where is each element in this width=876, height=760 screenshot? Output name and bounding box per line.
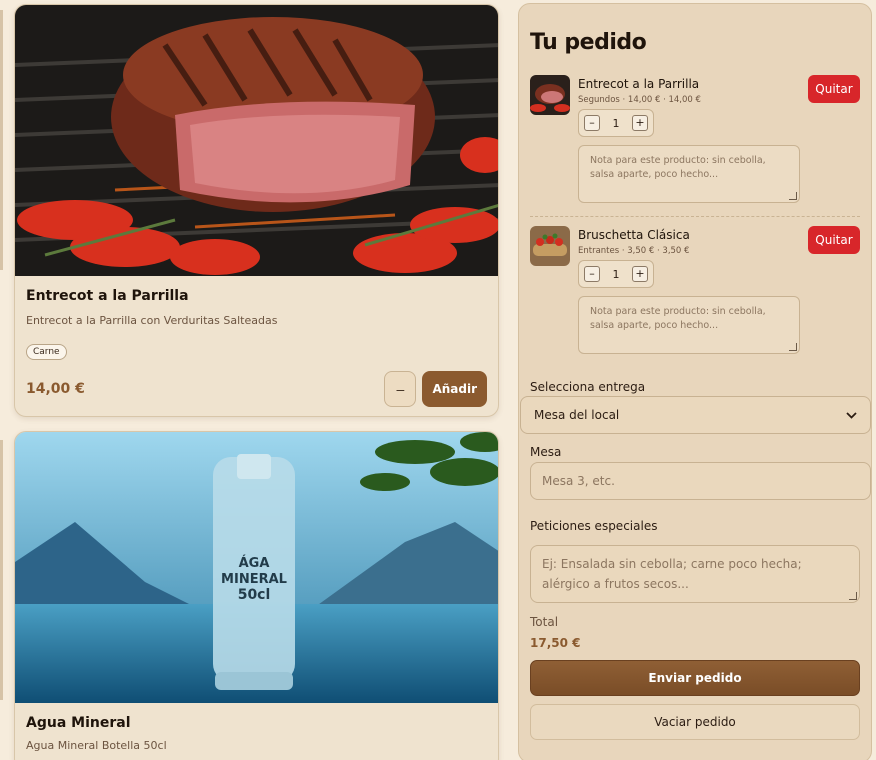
total-label: Total bbox=[530, 615, 559, 629]
total-value: 17,50 € bbox=[530, 636, 581, 650]
product-description: Agua Mineral Botella 50cl bbox=[26, 739, 167, 752]
decrement-button[interactable]: – bbox=[584, 266, 600, 282]
decrease-button[interactable]: – bbox=[384, 371, 417, 407]
product-title: Entrecot a la Parrilla bbox=[26, 288, 189, 304]
order-item: Bruschetta Clásica Entrantes · 3,50 € · … bbox=[530, 226, 860, 358]
send-order-button[interactable]: Enviar pedido bbox=[530, 660, 860, 696]
product-description: Entrecot a la Parrilla con Verduritas Sa… bbox=[26, 314, 278, 327]
item-note-field[interactable]: Nota para este producto: sin cebolla, sa… bbox=[578, 296, 800, 354]
product-title: Agua Mineral bbox=[26, 715, 131, 731]
remove-item-button[interactable]: Quitar bbox=[808, 75, 860, 103]
order-item-meta: Segundos · 14,00 € · 14,00 € bbox=[578, 95, 701, 105]
left-scroll-edge bbox=[0, 440, 3, 700]
item-note-field[interactable]: Nota para este producto: sin cebolla, sa… bbox=[578, 145, 800, 203]
item-note-placeholder: Nota para este producto: sin cebolla, sa… bbox=[590, 155, 766, 180]
bottle-label-line3: 50cl bbox=[238, 587, 271, 603]
product-image: ÁGA MINERAL 50cl bbox=[15, 432, 498, 703]
special-requests-label: Peticiones especiales bbox=[530, 519, 658, 533]
delivery-label: Selecciona entrega bbox=[530, 380, 646, 394]
decrement-button[interactable]: – bbox=[584, 115, 600, 131]
product-image bbox=[15, 5, 498, 276]
divider bbox=[530, 216, 860, 217]
order-item-name: Entrecot a la Parrilla bbox=[578, 77, 700, 91]
order-item-meta: Entrantes · 3,50 € · 3,50 € bbox=[578, 246, 690, 256]
category-tag: Carne bbox=[26, 344, 67, 360]
item-note-placeholder: Nota para este producto: sin cebolla, sa… bbox=[590, 306, 766, 331]
product-price: 14,00 € bbox=[26, 381, 85, 397]
quantity-stepper: – 1 + bbox=[578, 260, 654, 288]
bottle-label-line2: MINERAL bbox=[221, 572, 287, 587]
table-label: Mesa bbox=[530, 445, 562, 459]
special-requests-field[interactable]: Ej: Ensalada sin cebolla; carne poco hec… bbox=[530, 545, 860, 603]
quantity-value: 1 bbox=[612, 116, 620, 130]
chevron-down-icon bbox=[846, 411, 857, 419]
product-card: ÁGA MINERAL 50cl Agua Mineral Agua Miner… bbox=[14, 431, 499, 760]
add-to-order-button[interactable]: Añadir bbox=[422, 371, 487, 407]
quantity-stepper: – 1 + bbox=[578, 109, 654, 137]
table-input-placeholder: Mesa 3, etc. bbox=[542, 474, 615, 488]
table-input[interactable]: Mesa 3, etc. bbox=[530, 462, 871, 500]
order-item-name: Bruschetta Clásica bbox=[578, 228, 690, 242]
resize-handle-icon[interactable] bbox=[849, 592, 857, 600]
increment-button[interactable]: + bbox=[632, 115, 648, 131]
delivery-select[interactable]: Mesa del local bbox=[520, 396, 871, 434]
order-item: Entrecot a la Parrilla Segundos · 14,00 … bbox=[530, 75, 860, 207]
order-item-thumbnail bbox=[530, 226, 570, 266]
remove-item-button[interactable]: Quitar bbox=[808, 226, 860, 254]
left-scroll-edge bbox=[0, 10, 3, 270]
resize-handle-icon[interactable] bbox=[789, 192, 797, 200]
product-card: Entrecot a la Parrilla Entrecot a la Par… bbox=[14, 4, 499, 417]
resize-handle-icon[interactable] bbox=[789, 343, 797, 351]
quantity-value: 1 bbox=[612, 267, 620, 281]
order-panel: Tu pedido Entrecot a la Parrilla Segundo… bbox=[518, 3, 872, 760]
clear-order-button[interactable]: Vaciar pedido bbox=[530, 704, 860, 740]
increment-button[interactable]: + bbox=[632, 266, 648, 282]
delivery-selected-value: Mesa del local bbox=[534, 408, 620, 422]
order-title: Tu pedido bbox=[530, 30, 647, 55]
order-item-thumbnail bbox=[530, 75, 570, 115]
bottle-label-line1: ÁGA bbox=[239, 555, 270, 571]
special-requests-placeholder: Ej: Ensalada sin cebolla; carne poco hec… bbox=[542, 557, 802, 591]
